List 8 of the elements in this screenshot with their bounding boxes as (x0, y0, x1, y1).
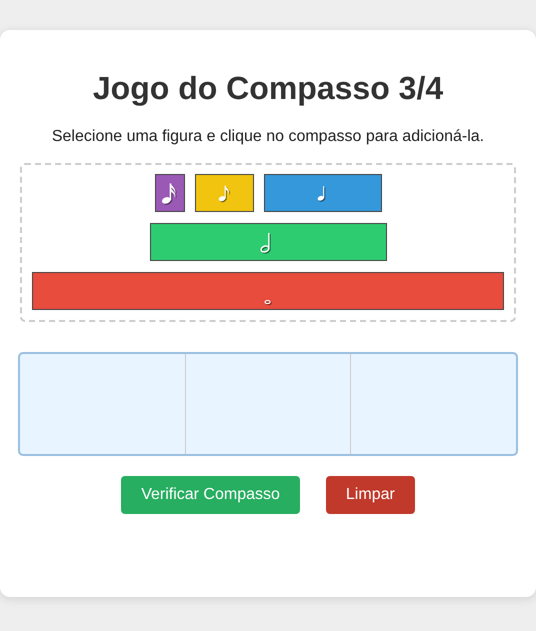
instruction-text: Selecione uma figura e clique no compasso para adicioná-la. (52, 128, 484, 146)
note-icon (218, 183, 230, 203)
note-figure[interactable] (154, 174, 184, 212)
note-figure[interactable] (150, 223, 386, 261)
clear-button[interactable]: Limpar (326, 476, 415, 514)
game-title: Jogo do Compasso 3/4 (92, 70, 444, 107)
verify-button[interactable]: Verificar Compasso (121, 476, 300, 514)
note-figure[interactable] (194, 174, 254, 212)
